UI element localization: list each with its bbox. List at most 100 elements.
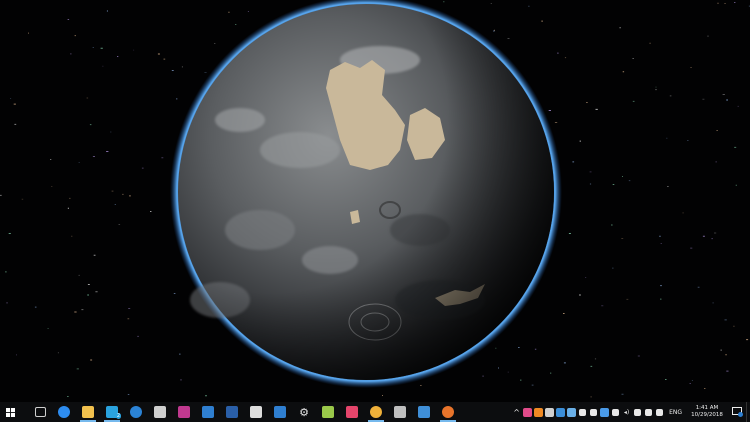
- star: [67, 207, 69, 209]
- taskbar-app-button[interactable]: [316, 402, 340, 422]
- clock[interactable]: 1:41 AM 10/29/2018: [686, 402, 728, 422]
- taskbar-app-button[interactable]: [52, 402, 76, 422]
- star: [180, 379, 182, 381]
- star: [724, 319, 727, 321]
- star: [34, 306, 37, 308]
- star: [74, 35, 76, 37]
- show-desktop-button[interactable]: [746, 402, 750, 422]
- star: [518, 347, 520, 348]
- star: [69, 197, 71, 199]
- star: [626, 298, 629, 300]
- taskbar-app-button[interactable]: [436, 402, 460, 422]
- system-tray: ^ ◂) ENG 1:41 AM 10/29/2018: [511, 402, 750, 422]
- taskbar-app-button[interactable]: [220, 402, 244, 422]
- tray-icon-button[interactable]: [555, 402, 566, 422]
- tray-icon-button[interactable]: [632, 402, 643, 422]
- star: [89, 124, 92, 126]
- star: [733, 325, 735, 327]
- tray-icon-button[interactable]: ◂): [621, 402, 632, 422]
- star: [420, 385, 422, 386]
- taskbar-app-button[interactable]: [76, 402, 100, 422]
- star: [110, 131, 112, 133]
- app-badge: 2: [115, 413, 121, 419]
- star: [78, 274, 80, 276]
- tray-icon-button[interactable]: [522, 402, 533, 422]
- taskbar-app-button[interactable]: [124, 402, 148, 422]
- star: [715, 161, 717, 163]
- tray-icon-button[interactable]: [610, 402, 621, 422]
- action-center-button[interactable]: [728, 402, 746, 422]
- star: [568, 233, 571, 234]
- tray-icon-button[interactable]: [544, 402, 555, 422]
- tray-icon-button[interactable]: [654, 402, 665, 422]
- taskbar-app-button[interactable]: [244, 402, 268, 422]
- file-explorer-icon: [82, 406, 94, 418]
- tray-icon-button[interactable]: [599, 402, 610, 422]
- taskbar: 2 ⚙ ^ ◂) ENG 1:41 AM 10/29/2018: [0, 402, 750, 422]
- taskbar-app-button[interactable]: 2: [100, 402, 124, 422]
- star: [563, 362, 566, 364]
- tray-icon-button[interactable]: [588, 402, 599, 422]
- star: [666, 137, 668, 139]
- star: [726, 370, 729, 372]
- puzzle-app-icon: [250, 406, 262, 418]
- taskbar-app-button[interactable]: ⚙: [292, 402, 316, 422]
- colorful-app-icon: [523, 407, 533, 417]
- language-indicator[interactable]: ENG: [665, 409, 686, 416]
- pen-icon: [645, 408, 653, 416]
- star: [714, 232, 717, 234]
- star: [711, 238, 713, 240]
- dropbox-icon: [600, 407, 610, 417]
- network-icon: [634, 408, 642, 416]
- instagram-icon: [346, 406, 358, 418]
- taskbar-app-button[interactable]: [340, 402, 364, 422]
- star: [228, 11, 230, 13]
- star: [235, 24, 237, 25]
- tray-icon-button[interactable]: [566, 402, 577, 422]
- star: [51, 186, 53, 187]
- taskbar-app-button[interactable]: [148, 402, 172, 422]
- star: [660, 285, 662, 287]
- star: [724, 3, 726, 4]
- star: [734, 2, 736, 3]
- star: [70, 53, 72, 55]
- taskbar-app-button[interactable]: [28, 402, 52, 422]
- star: [114, 204, 116, 205]
- star: [157, 53, 160, 55]
- star: [712, 302, 714, 304]
- star: [57, 352, 59, 354]
- star: [669, 95, 672, 97]
- star: [619, 27, 621, 29]
- bitcoin-icon: [579, 408, 587, 416]
- taskbar-app-button[interactable]: [364, 402, 388, 422]
- touch-keyboard-icon: [656, 408, 664, 416]
- star: [660, 243, 662, 244]
- star: [67, 19, 70, 20]
- star: [563, 313, 565, 314]
- star: [557, 52, 559, 54]
- star: [111, 190, 114, 192]
- star: [667, 186, 669, 187]
- taskbar-app-button[interactable]: [172, 402, 196, 422]
- powershell-icon: [226, 406, 238, 418]
- star: [665, 379, 667, 380]
- start-button[interactable]: [0, 402, 20, 422]
- tray-icon-button[interactable]: ^: [511, 402, 522, 422]
- star: [594, 358, 597, 360]
- taskbar-app-button[interactable]: [196, 402, 220, 422]
- desktop[interactable]: [0, 0, 750, 402]
- star: [707, 35, 709, 37]
- taskbar-app-button[interactable]: [388, 402, 412, 422]
- chevron-up-icon: ^: [513, 407, 520, 417]
- star: [163, 58, 166, 60]
- tray-icon-button[interactable]: [577, 402, 588, 422]
- taskbar-app-button[interactable]: [268, 402, 292, 422]
- star: [133, 49, 135, 51]
- star: [726, 99, 728, 101]
- visual-studio-code-icon: [202, 406, 214, 418]
- tray-icon-button[interactable]: [533, 402, 544, 422]
- taskbar-app-button[interactable]: [412, 402, 436, 422]
- pinned-apps: 2 ⚙: [28, 402, 460, 422]
- star: [689, 383, 691, 384]
- tray-icon-button[interactable]: [643, 402, 654, 422]
